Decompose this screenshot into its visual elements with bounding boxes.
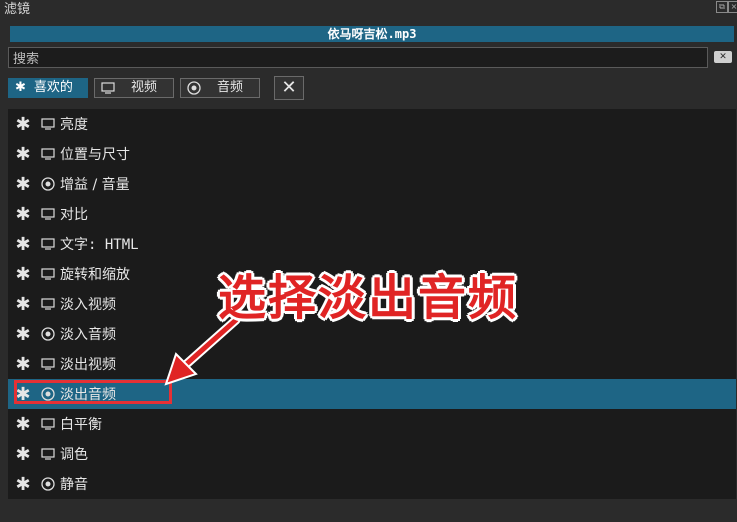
annotation-callout: 选择淡出音频 (218, 270, 519, 326)
